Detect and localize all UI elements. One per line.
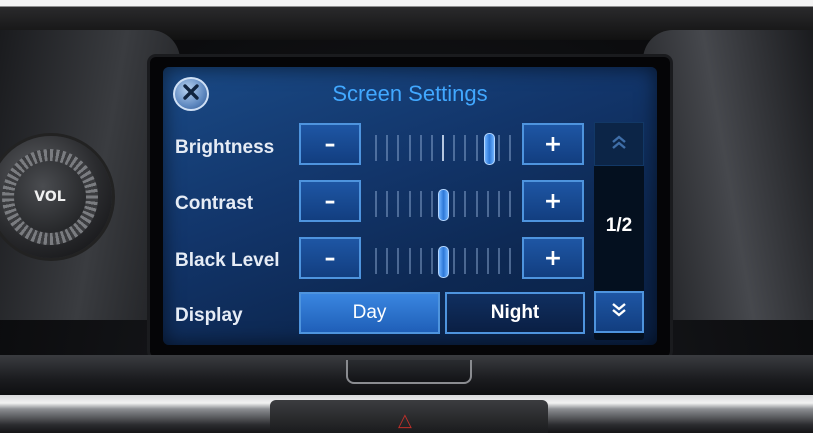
slider-tick	[509, 191, 511, 217]
slider-thumb[interactable]	[438, 246, 449, 278]
brightness-decrease-button[interactable]: –	[299, 123, 361, 165]
slider-tick	[498, 248, 500, 274]
double-chevron-down-icon	[610, 302, 628, 322]
slider-tick	[431, 248, 433, 274]
screen-settings-panel: Screen Settings Brightness – + Contrast …	[163, 67, 657, 345]
black-level-decrease-button[interactable]: –	[299, 237, 361, 279]
slider-tick	[375, 191, 377, 217]
contrast-slider[interactable]	[369, 185, 515, 221]
hazard-icon[interactable]: △	[398, 410, 412, 431]
black-level-increase-button[interactable]: +	[522, 237, 584, 279]
night-mode-button[interactable]: Night	[445, 292, 585, 334]
brightness-label: Brightness	[175, 137, 275, 158]
slider-tick	[386, 135, 388, 161]
slider-tick	[420, 248, 422, 274]
slider-tick	[397, 191, 399, 217]
slider-tick	[476, 135, 478, 161]
page-indicator: 1/2	[605, 215, 633, 236]
slider-tick	[420, 135, 422, 161]
black-level-label: Black Level	[175, 250, 280, 271]
slider-tick	[397, 248, 399, 274]
slider-tick	[476, 191, 478, 217]
slider-tick	[420, 191, 422, 217]
slider-tick	[464, 135, 466, 161]
slider-thumb[interactable]	[438, 189, 449, 221]
slider-thumb[interactable]	[484, 133, 495, 165]
slider-tick	[487, 191, 489, 217]
slider-tick	[397, 135, 399, 161]
slider-tick	[386, 248, 388, 274]
slider-tick	[386, 191, 388, 217]
display-label: Display	[175, 305, 243, 326]
volume-knob-face: VOL	[14, 161, 86, 233]
dashboard: △ VOL Screen Settings Brightness – + Con…	[0, 0, 813, 433]
slider-tick	[476, 248, 478, 274]
contrast-increase-button[interactable]: +	[522, 180, 584, 222]
slider-tick	[431, 135, 433, 161]
center-tab	[346, 360, 472, 384]
slider-tick	[498, 135, 500, 161]
slider-tick	[509, 248, 511, 274]
brightness-increase-button[interactable]: +	[522, 123, 584, 165]
brightness-slider[interactable]	[369, 129, 515, 165]
black-level-slider[interactable]	[369, 242, 515, 278]
slider-tick	[375, 248, 377, 274]
page-title: Screen Settings	[332, 81, 488, 106]
slider-tick	[453, 135, 455, 161]
slider-tick	[498, 191, 500, 217]
page-down-button[interactable]	[594, 291, 644, 333]
page-up-button[interactable]	[594, 122, 644, 166]
slider-tick	[464, 191, 466, 217]
day-mode-button[interactable]: Day	[299, 292, 440, 334]
volume-knob-label: VOL	[34, 189, 66, 205]
slider-tick	[453, 191, 455, 217]
contrast-decrease-button[interactable]: –	[299, 180, 361, 222]
slider-tick	[409, 135, 411, 161]
slider-tick	[409, 191, 411, 217]
slider-tick	[464, 248, 466, 274]
contrast-label: Contrast	[175, 193, 254, 214]
volume-knob-ring: VOL	[2, 149, 98, 245]
slider-tick	[442, 135, 444, 161]
slider-tick	[487, 248, 489, 274]
slider-tick	[453, 248, 455, 274]
slider-tick	[375, 135, 377, 161]
slider-tick	[431, 191, 433, 217]
slider-tick	[409, 248, 411, 274]
slider-tick	[509, 135, 511, 161]
double-chevron-up-icon	[610, 134, 628, 154]
